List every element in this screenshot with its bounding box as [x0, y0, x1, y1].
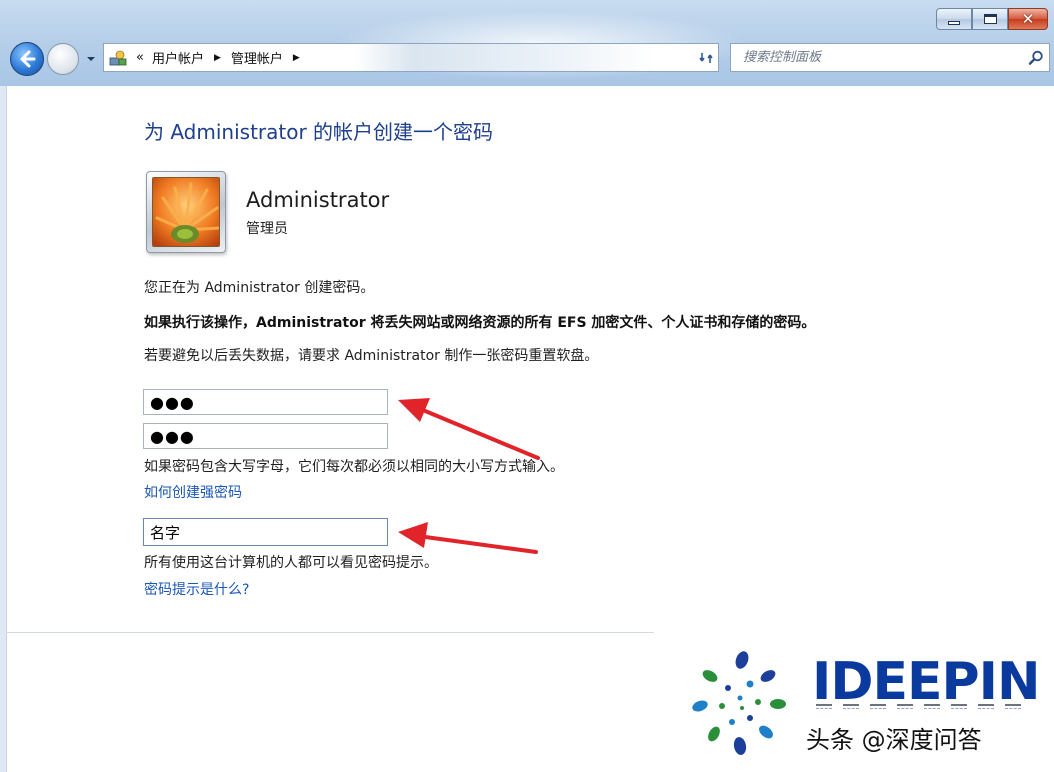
case-sensitivity-note: 如果密码包含大写字母，它们每次都必须以相同的大小写方式输入。 — [144, 459, 564, 475]
info-reset-disk: 若要避免以后丢失数据，请要求 Administrator 制作一张密码重置软盘。 — [144, 348, 599, 364]
refresh-button[interactable] — [697, 48, 715, 68]
breadcrumb-manage-accounts[interactable]: 管理帐户 — [231, 48, 283, 67]
address-overflow[interactable]: « — [136, 50, 144, 65]
forward-button[interactable] — [47, 43, 79, 75]
caption-buttons: ✕ — [936, 8, 1048, 30]
control-panel-icon — [108, 48, 128, 68]
close-button[interactable]: ✕ — [1008, 8, 1048, 30]
info-efs-warning: 如果执行该操作，Administrator 将丢失网站或网络资源的所有 EFS … — [144, 315, 816, 331]
back-button[interactable] — [10, 42, 44, 76]
avatar — [146, 171, 226, 253]
watermark-caption: 头条 @深度问答 — [806, 726, 982, 754]
watermark-dash — [843, 704, 859, 709]
watermark-dashes — [816, 704, 1021, 714]
page-title: 为 Administrator 的帐户创建一个密码 — [144, 120, 494, 144]
password-hint-help-link[interactable]: 密码提示是什么? — [144, 579, 249, 599]
confirm-password-input[interactable] — [143, 423, 388, 449]
maximize-icon — [983, 14, 997, 24]
minimize-icon — [948, 21, 960, 25]
arrow-left-icon — [20, 50, 36, 68]
breadcrumb-separator[interactable]: ▶ — [293, 53, 300, 63]
watermark-dash — [870, 704, 886, 709]
flower-picture-icon — [153, 178, 219, 246]
strong-password-link[interactable]: 如何创建强密码 — [144, 482, 242, 502]
address-blur — [354, 44, 654, 71]
watermark-dash — [978, 704, 994, 709]
hint-visibility-note: 所有使用这台计算机的人都可以看见密码提示。 — [144, 555, 438, 571]
refresh-icon — [699, 53, 713, 63]
search-input[interactable] — [731, 44, 1023, 71]
watermark-dash — [951, 704, 967, 709]
watermark-dash — [924, 704, 940, 709]
content-divider — [6, 632, 654, 633]
user-name: Administrator — [246, 188, 390, 212]
password-hint-input[interactable] — [143, 518, 388, 546]
breadcrumb-user-accounts[interactable]: 用户帐户 — [152, 48, 204, 67]
address-bar[interactable]: « 用户帐户 ▶ 管理帐户 ▶ — [103, 43, 719, 72]
user-role: 管理员 — [246, 221, 288, 237]
search-button[interactable] — [1023, 45, 1049, 71]
history-dropdown-button[interactable] — [84, 53, 98, 65]
breadcrumb-separator[interactable]: ▶ — [214, 53, 221, 63]
maximize-button[interactable] — [972, 8, 1008, 30]
search-box — [730, 43, 1050, 72]
chevron-down-icon — [87, 57, 95, 61]
ideepin-logo-icon — [692, 651, 786, 755]
content-edge — [6, 86, 7, 772]
watermark-dash — [1005, 704, 1021, 709]
watermark-brand: IDEEPIN — [812, 652, 1041, 712]
watermark-dash — [816, 704, 832, 709]
watermark-dash — [897, 704, 913, 709]
minimize-button[interactable] — [936, 8, 972, 30]
search-icon — [1028, 50, 1043, 65]
new-password-input[interactable] — [143, 389, 388, 415]
info-creating-password: 您正在为 Administrator 创建密码。 — [144, 280, 375, 296]
close-icon: ✕ — [1021, 9, 1035, 28]
